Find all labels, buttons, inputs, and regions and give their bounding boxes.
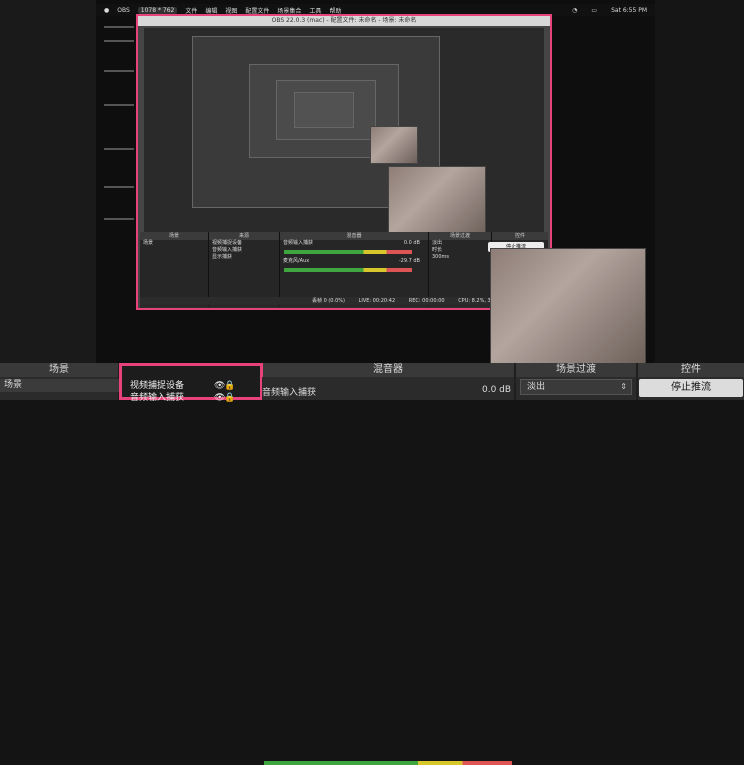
inner-scene-item[interactable]: 场景 <box>140 240 208 247</box>
inner-sources-panel: 来源 视频捕捉设备 音频输入捕获 显示捕获 <box>209 232 280 306</box>
inner-scenes-panel: 场景 场景 <box>140 232 209 306</box>
inner-audio-meter <box>284 268 412 272</box>
apple-icon: ● <box>104 6 110 14</box>
eye-icon[interactable]: 👁 <box>214 380 225 392</box>
source-item-audio-input[interactable]: 音频输入捕获 👁 🔒 <box>130 392 235 404</box>
inner-mixer-channel: 麦克风/Aux <box>283 258 310 264</box>
inner-transition-select[interactable]: 淡出 <box>429 240 491 247</box>
stop-stream-button[interactable]: 停止推流 <box>639 379 743 397</box>
nested-window-4 <box>294 92 354 128</box>
chevron-updown-icon: ⇕ <box>620 382 627 391</box>
transition-select[interactable]: 淡出 ⇕ <box>520 379 632 395</box>
recursive-preview <box>144 28 544 242</box>
inner-source-item[interactable]: 显示捕获 <box>209 254 279 261</box>
menu-app[interactable]: OBS <box>117 7 130 14</box>
lock-icon[interactable]: 🔒 <box>224 392 235 404</box>
clock: Sat 6:55 PM <box>611 6 647 14</box>
inner-mixer-panel: 混音器 音频输入捕获 0.0 dB 麦克风/Aux -29.7 dB <box>280 232 429 306</box>
inner-window-title: OBS 22.0.3 (mac) - 配置文件: 未命名 - 场景: 未命名 <box>138 16 550 26</box>
battery-icon: ▭ <box>591 6 598 14</box>
inner-mixer-db: 0.0 dB <box>403 240 420 246</box>
mixer-channel-name: 音频输入捕获 <box>262 388 317 398</box>
lock-icon[interactable]: 🔒 <box>224 380 235 392</box>
controls-header: 控件 <box>638 363 744 377</box>
wifi-icon: ◔ <box>572 6 578 14</box>
inner-transition-panel: 场景过渡 淡出 时长 300ms <box>429 232 492 306</box>
preview-area: ● OBS 1078 * 762 文件 编辑 视图 配置文件 场景集合 工具 帮… <box>0 0 744 363</box>
inner-audio-meter <box>284 250 412 254</box>
resolution-indicator: 1078 * 762 <box>137 6 178 14</box>
mixer-channel-db: 0.0 dB <box>482 385 512 395</box>
inner-status-bar: 丢帧 0 (0.0%) LIVE: 00:20:42 REC: 00:00:00… <box>140 297 548 305</box>
webcam-thumb <box>388 166 486 240</box>
inner-duration-value[interactable]: 300ms <box>429 254 491 261</box>
menubar-status: ◔ ▭ Sat 6:55 PM <box>564 4 647 16</box>
inner-duration-label: 时长 <box>432 247 443 253</box>
scene-item[interactable]: 场景 <box>0 379 120 392</box>
sources-panel: 视频捕捉设备 👁 🔒 音频输入捕获 👁 🔒 <box>119 363 263 403</box>
source-item-video-capture[interactable]: 视频捕捉设备 👁 🔒 <box>130 380 235 392</box>
scenes-header: 场景 <box>0 363 118 377</box>
left-background <box>0 0 134 363</box>
webcam-thumb-small <box>370 126 418 164</box>
inner-mixer-db: -29.7 dB <box>398 258 420 264</box>
webcam-overlay <box>490 248 646 363</box>
inner-source-item[interactable]: 视频捕捉设备 <box>209 240 279 247</box>
right-background <box>655 0 744 363</box>
eye-icon[interactable]: 👁 <box>214 392 225 404</box>
transition-header: 场景过渡 <box>516 363 636 377</box>
audio-meter <box>264 761 512 765</box>
mixer-header: 混音器 <box>262 363 514 377</box>
bottom-dock: 场景 来源 混音器 场景过渡 控件 场景 视频捕捉设备 👁 🔒 音频输入捕获 👁… <box>0 363 744 765</box>
inner-source-item[interactable]: 音频输入捕获 <box>209 247 279 254</box>
